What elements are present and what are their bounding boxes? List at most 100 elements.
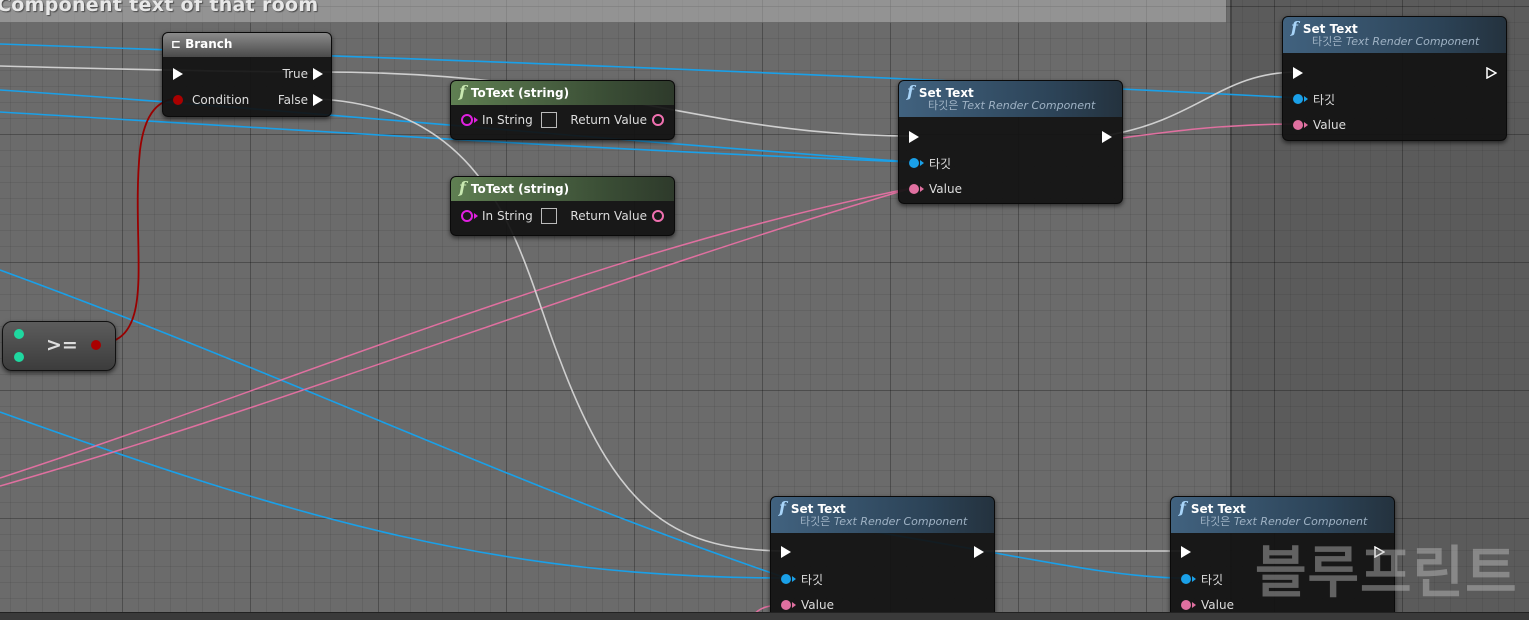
branch-false-label: False bbox=[277, 93, 308, 107]
settext-1-value-label: Value bbox=[929, 182, 962, 196]
settext-node-3-header[interactable]: f Set Text 타깃은 Text Render Component bbox=[771, 497, 994, 533]
settext-3-exec-in[interactable] bbox=[781, 543, 791, 561]
exec-in-pin-icon bbox=[909, 131, 919, 143]
totext-1-return-pin[interactable]: Return Value bbox=[570, 111, 664, 129]
settext-node-2[interactable]: f Set Text 타깃은 Text Render Component 타깃 V… bbox=[1282, 16, 1507, 141]
totext-node-2-header[interactable]: f ToText (string) bbox=[451, 177, 674, 201]
pin-arrow-icon bbox=[1192, 602, 1196, 608]
exec-out-pin-icon bbox=[974, 546, 984, 558]
function-icon: f bbox=[907, 82, 914, 101]
pin-arrow-icon bbox=[792, 602, 796, 608]
settext-2-title: Set Text bbox=[1302, 22, 1358, 36]
settext-4-value-label: Value bbox=[1201, 598, 1234, 612]
totext-2-in-string-pin[interactable]: In String bbox=[461, 207, 557, 225]
text-pin-icon bbox=[652, 114, 664, 126]
pin-arrow-icon bbox=[1304, 96, 1308, 102]
settext-node-1-header[interactable]: f Set Text 타깃은 Text Render Component bbox=[899, 81, 1122, 117]
settext-3-subtitle: 타깃은 Text Render Component bbox=[800, 515, 968, 528]
wire-text bbox=[1121, 123, 1299, 139]
settext-3-title: Set Text bbox=[790, 502, 846, 516]
object-pin-icon bbox=[1293, 94, 1303, 104]
text-pin-icon bbox=[1293, 120, 1303, 130]
totext-2-return-label: Return Value bbox=[570, 209, 647, 223]
settext-node-1[interactable]: f Set Text 타깃은 Text Render Component 타깃 V… bbox=[898, 80, 1123, 204]
pin-arrow-icon bbox=[920, 160, 924, 166]
pin-arrow-icon bbox=[474, 213, 478, 219]
totext-1-title: ToText (string) bbox=[470, 86, 570, 100]
settext-3-target-label: 타깃 bbox=[801, 572, 824, 587]
settext-2-target-pin[interactable]: 타깃 bbox=[1293, 90, 1335, 108]
wire-bool bbox=[95, 97, 181, 345]
blueprint-watermark: 블루프린트 bbox=[1255, 541, 1518, 606]
pin-arrow-icon bbox=[1192, 576, 1196, 582]
totext-node-1[interactable]: f ToText (string) In String Return Value bbox=[450, 80, 675, 140]
settext-3-target-pin[interactable]: 타깃 bbox=[781, 570, 823, 588]
branch-false-pin[interactable]: False bbox=[278, 91, 323, 109]
compare-operator: >= bbox=[46, 334, 78, 356]
settext-2-exec-in[interactable] bbox=[1293, 64, 1303, 82]
settext-4-subtitle: 타깃은 Text Render Component bbox=[1200, 515, 1368, 528]
totext-1-return-label: Return Value bbox=[570, 113, 647, 127]
settext-2-subtitle: 타깃은 Text Render Component bbox=[1312, 35, 1480, 48]
exec-out-pin-icon bbox=[313, 68, 323, 80]
branch-condition-pin[interactable]: Condition bbox=[173, 91, 249, 109]
settext-1-target-pin[interactable]: 타깃 bbox=[909, 154, 951, 172]
bool-out-pin-icon[interactable] bbox=[91, 340, 101, 350]
settext-node-2-header[interactable]: f Set Text 타깃은 Text Render Component bbox=[1283, 17, 1506, 53]
settext-4-title: Set Text bbox=[1190, 502, 1246, 516]
string-pin-icon bbox=[461, 210, 473, 222]
settext-1-exec-out[interactable] bbox=[1102, 128, 1112, 146]
text-pin-icon bbox=[1181, 600, 1191, 610]
totext-2-return-pin[interactable]: Return Value bbox=[570, 207, 664, 225]
totext-2-in-string-box[interactable] bbox=[540, 208, 557, 224]
text-pin-icon bbox=[652, 210, 664, 222]
settext-1-title: Set Text bbox=[918, 86, 974, 100]
int-pin-a-icon[interactable] bbox=[14, 329, 24, 339]
settext-1-target-label: 타깃 bbox=[929, 156, 952, 171]
totext-1-in-string-pin[interactable]: In String bbox=[461, 111, 557, 129]
exec-out-pin-icon bbox=[1102, 131, 1112, 143]
object-pin-icon bbox=[781, 574, 791, 584]
function-icon: f bbox=[1291, 18, 1298, 37]
branch-node[interactable]: ⊏ Branch True Condition False bbox=[162, 32, 332, 117]
settext-2-exec-out[interactable] bbox=[1486, 64, 1497, 82]
settext-4-target-pin[interactable]: 타깃 bbox=[1181, 570, 1223, 588]
exec-out-pin-icon bbox=[1486, 67, 1497, 79]
bool-pin-icon bbox=[173, 95, 183, 105]
exec-in-pin-icon bbox=[1181, 546, 1191, 558]
object-pin-icon bbox=[909, 158, 919, 168]
settext-4-exec-in[interactable] bbox=[1181, 543, 1191, 561]
totext-node-1-header[interactable]: f ToText (string) bbox=[451, 81, 674, 105]
compare-node[interactable]: >= bbox=[2, 321, 116, 371]
settext-4-target-label: 타깃 bbox=[1201, 572, 1224, 587]
wire-object bbox=[0, 269, 787, 579]
totext-node-2[interactable]: f ToText (string) In String Return Value bbox=[450, 176, 675, 236]
blueprint-graph-canvas[interactable]: Component text of that room ⊏ Branch True bbox=[0, 0, 1529, 620]
function-icon: f bbox=[779, 498, 786, 517]
wire-exec bbox=[1103, 71, 1299, 137]
exec-out-pin-icon bbox=[313, 94, 323, 106]
settext-3-exec-out[interactable] bbox=[974, 543, 984, 561]
totext-2-title: ToText (string) bbox=[470, 182, 570, 196]
function-icon: f bbox=[459, 178, 466, 197]
exec-in-pin-icon bbox=[781, 546, 791, 558]
branch-condition-label: Condition bbox=[192, 93, 250, 107]
function-icon: f bbox=[459, 82, 466, 101]
object-pin-icon bbox=[1181, 574, 1191, 584]
settext-3-value-label: Value bbox=[801, 598, 834, 612]
branch-exec-in[interactable] bbox=[173, 65, 183, 83]
pin-arrow-icon bbox=[792, 576, 796, 582]
settext-1-exec-in[interactable] bbox=[909, 128, 919, 146]
branch-title: Branch bbox=[185, 37, 233, 51]
settext-1-value-pin[interactable]: Value bbox=[909, 180, 962, 198]
branch-true-pin[interactable]: True bbox=[283, 65, 323, 83]
settext-node-3[interactable]: f Set Text 타깃은 Text Render Component 타깃 V… bbox=[770, 496, 995, 620]
text-pin-icon bbox=[909, 184, 919, 194]
int-pin-b-icon[interactable] bbox=[14, 352, 24, 362]
settext-2-value-pin[interactable]: Value bbox=[1293, 116, 1346, 134]
branch-node-header[interactable]: ⊏ Branch bbox=[163, 33, 331, 57]
pin-arrow-icon bbox=[920, 186, 924, 192]
function-icon: f bbox=[1179, 498, 1186, 517]
wire-object bbox=[0, 411, 787, 579]
totext-1-in-string-box[interactable] bbox=[540, 112, 557, 128]
